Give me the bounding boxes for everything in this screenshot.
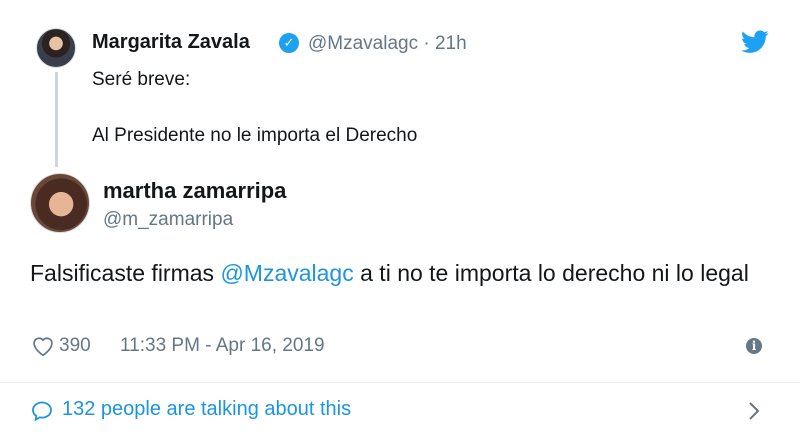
quoted-tweet-text: Seré breve: Al Presidente no le importa … — [92, 69, 418, 146]
reply-author-avatar[interactable] — [30, 173, 90, 233]
tweet-body: Falsificaste firmas @Mzavalagc a ti no t… — [30, 257, 770, 289]
mention-link[interactable]: @Mzavalagc — [220, 260, 353, 286]
thread-connector-line — [55, 72, 58, 167]
reply-author-handle[interactable]: @m_zamarripa — [103, 209, 233, 231]
like-count[interactable]: 390 — [59, 335, 91, 357]
footer-divider — [0, 382, 800, 383]
twitter-bird-icon[interactable] — [741, 30, 769, 54]
tweet-text-part: Falsificaste firmas — [30, 260, 221, 286]
quoted-author-avatar[interactable] — [36, 28, 76, 68]
heart-icon[interactable] — [30, 333, 56, 359]
reply-author-name[interactable]: martha zamarripa — [103, 178, 286, 204]
quoted-author-name[interactable]: Margarita Zavala — [92, 31, 250, 54]
info-icon[interactable]: i — [746, 338, 762, 354]
tweet-text-part: a ti no te importa lo derecho ni lo lega… — [353, 260, 749, 286]
speech-bubble-icon[interactable] — [30, 399, 54, 423]
conversation-link[interactable]: 132 people are talking about this — [62, 398, 351, 421]
quoted-tweet-meta[interactable]: @Mzavalagc · 21h — [308, 33, 467, 55]
tweet-timestamp[interactable]: 11:33 PM - Apr 16, 2019 — [120, 335, 325, 357]
verified-badge-icon: ✓ — [279, 33, 299, 53]
chevron-right-icon[interactable] — [746, 399, 762, 423]
